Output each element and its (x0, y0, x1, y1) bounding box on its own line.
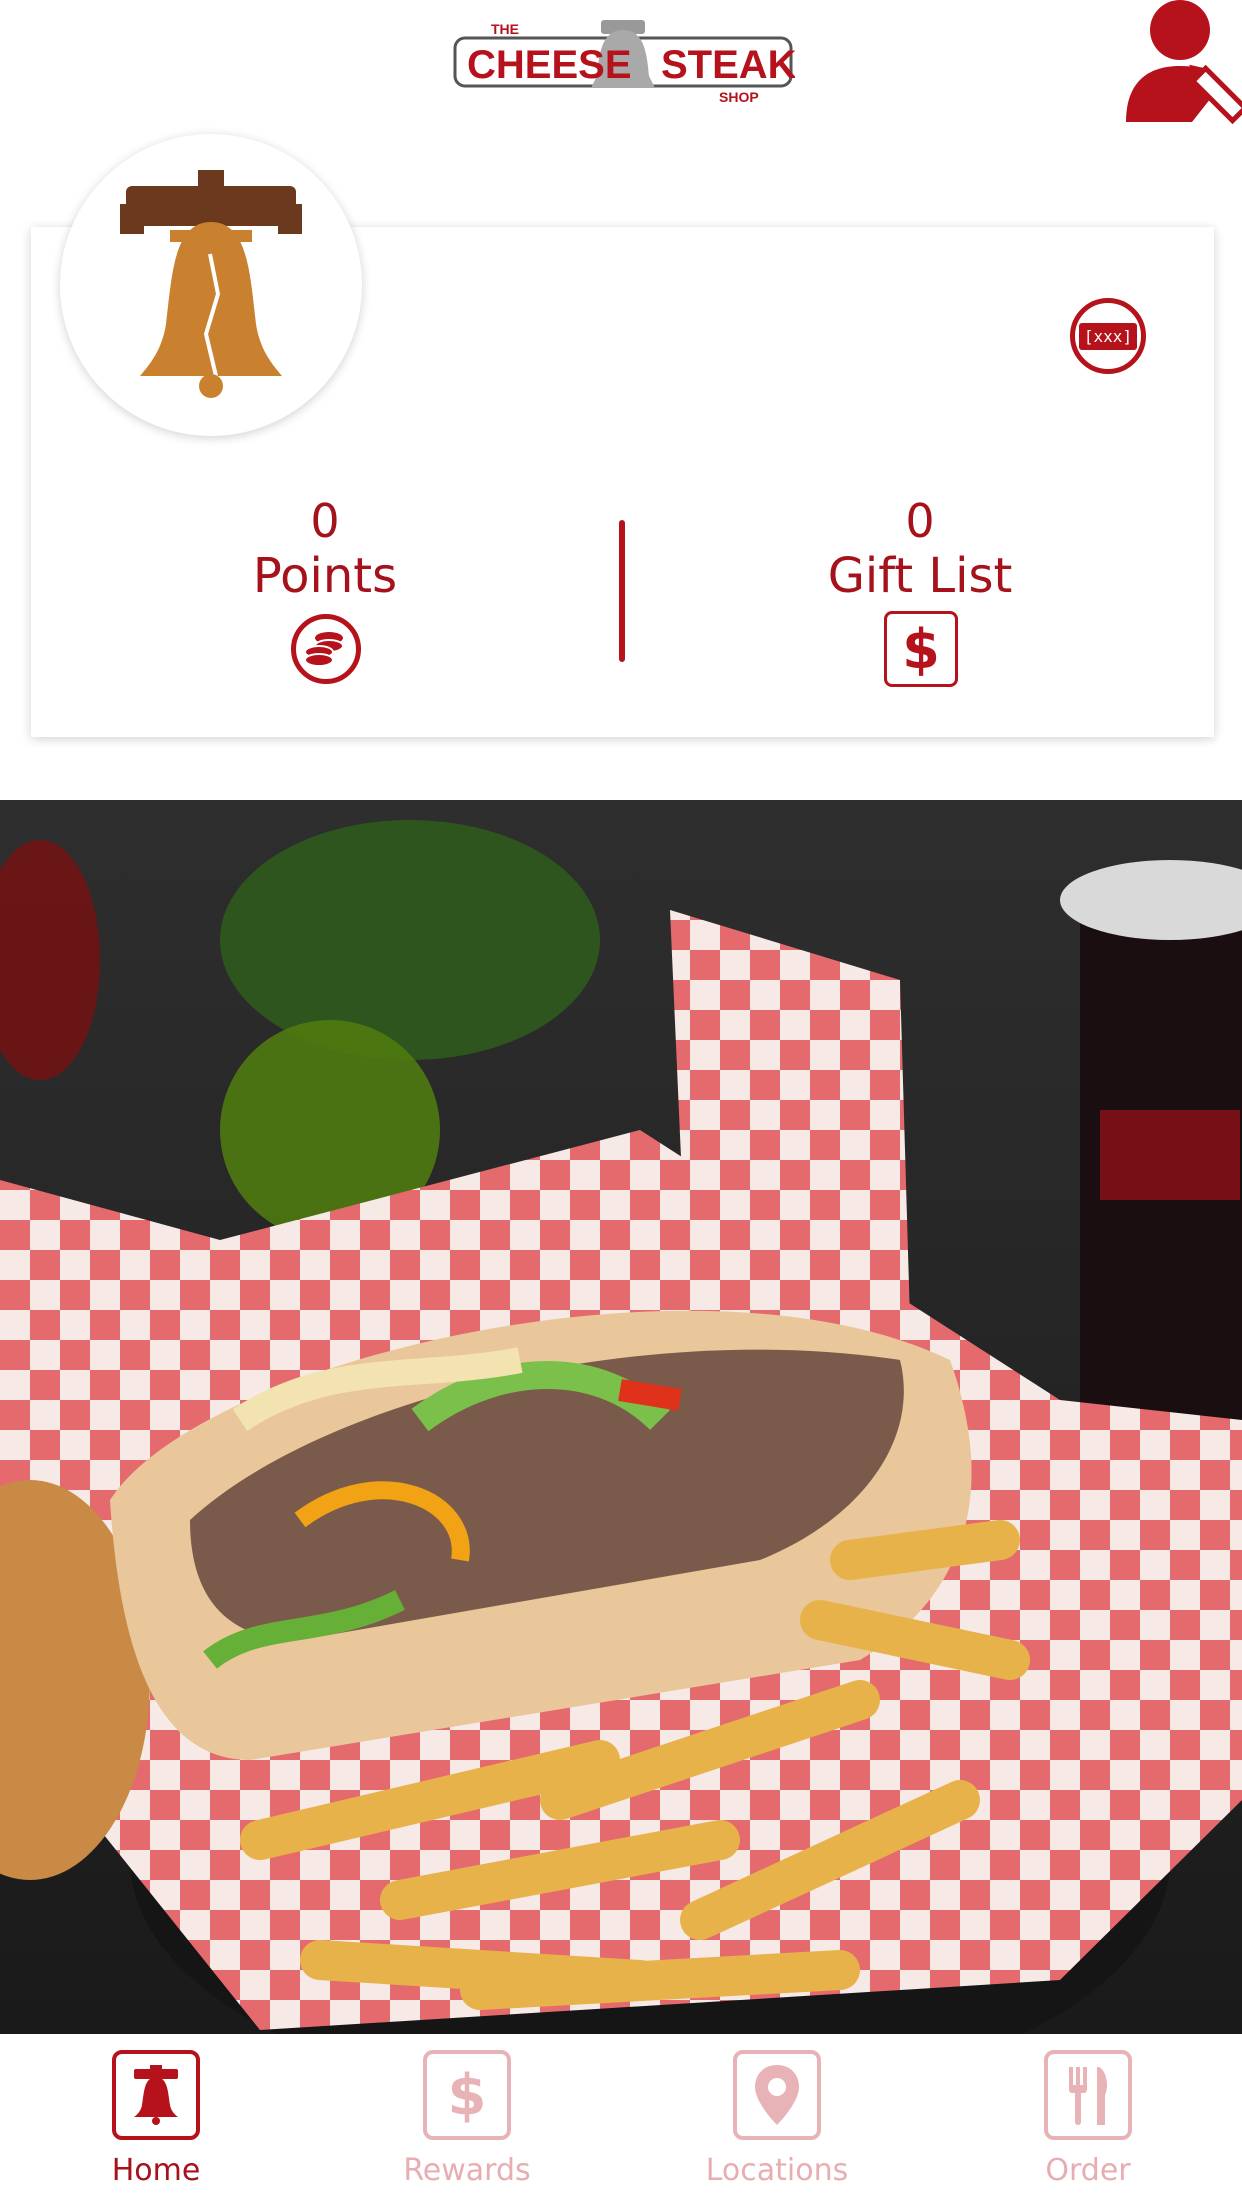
cheese-steak-shop-logo: THE CHEESE STEAK SHOP (451, 16, 797, 108)
points-label: Points (252, 548, 398, 604)
edit-profile-button[interactable] (1122, 0, 1242, 125)
barcode-label: [xxx] (1078, 322, 1138, 350)
logo-shop: SHOP (719, 89, 759, 105)
logo-the: THE (491, 21, 519, 37)
bottom-tab-bar: Home $ Rewards Locations Order (0, 2034, 1242, 2208)
tab-home-label: Home (111, 2153, 201, 2188)
tab-order-icon-box (1044, 2050, 1132, 2140)
tab-locations-icon-box (733, 2050, 821, 2140)
tab-order[interactable]: Order (988, 2050, 1188, 2208)
points-button[interactable] (291, 614, 361, 684)
map-pin-icon (755, 2065, 799, 2125)
tab-home-icon-box (112, 2050, 200, 2140)
tab-rewards-label: Rewards (403, 2153, 531, 2188)
tab-rewards[interactable]: $ Rewards (367, 2050, 567, 2208)
tab-order-label: Order (1045, 2153, 1131, 2188)
points-stat: 0 Points (220, 496, 430, 606)
tab-home[interactable]: Home (56, 2050, 256, 2208)
logo-steak: STEAK (661, 43, 795, 87)
liberty-bell-icon (134, 2065, 178, 2125)
barcode-button[interactable]: [xxx] (1070, 298, 1146, 374)
app-header: THE CHEESE STEAK SHOP (0, 0, 1242, 125)
coins-icon (304, 632, 344, 667)
tab-rewards-icon-box: $ (423, 2050, 511, 2140)
liberty-bell-icon (120, 170, 302, 398)
tab-locations[interactable]: Locations (677, 2050, 877, 2208)
avatar[interactable] (60, 134, 362, 436)
gift-list-stat: 0 Gift List (800, 496, 1040, 606)
hero-photo (0, 800, 1242, 2034)
tab-locations-label: Locations (705, 2153, 849, 2188)
fork-knife-icon (1069, 2067, 1107, 2125)
dollar-icon: $ (447, 2062, 487, 2128)
points-value: 0 (310, 494, 340, 548)
gift-list-button[interactable]: $ (884, 611, 958, 687)
stats-divider (619, 520, 625, 662)
gift-list-value: 0 (905, 494, 935, 548)
cheesesteak-photo (0, 800, 1242, 2034)
gift-list-label: Gift List (827, 548, 1013, 604)
user-edit-icon (1126, 0, 1242, 125)
dollar-icon: $ (902, 617, 940, 681)
logo-cheese: CHEESE (467, 43, 632, 87)
